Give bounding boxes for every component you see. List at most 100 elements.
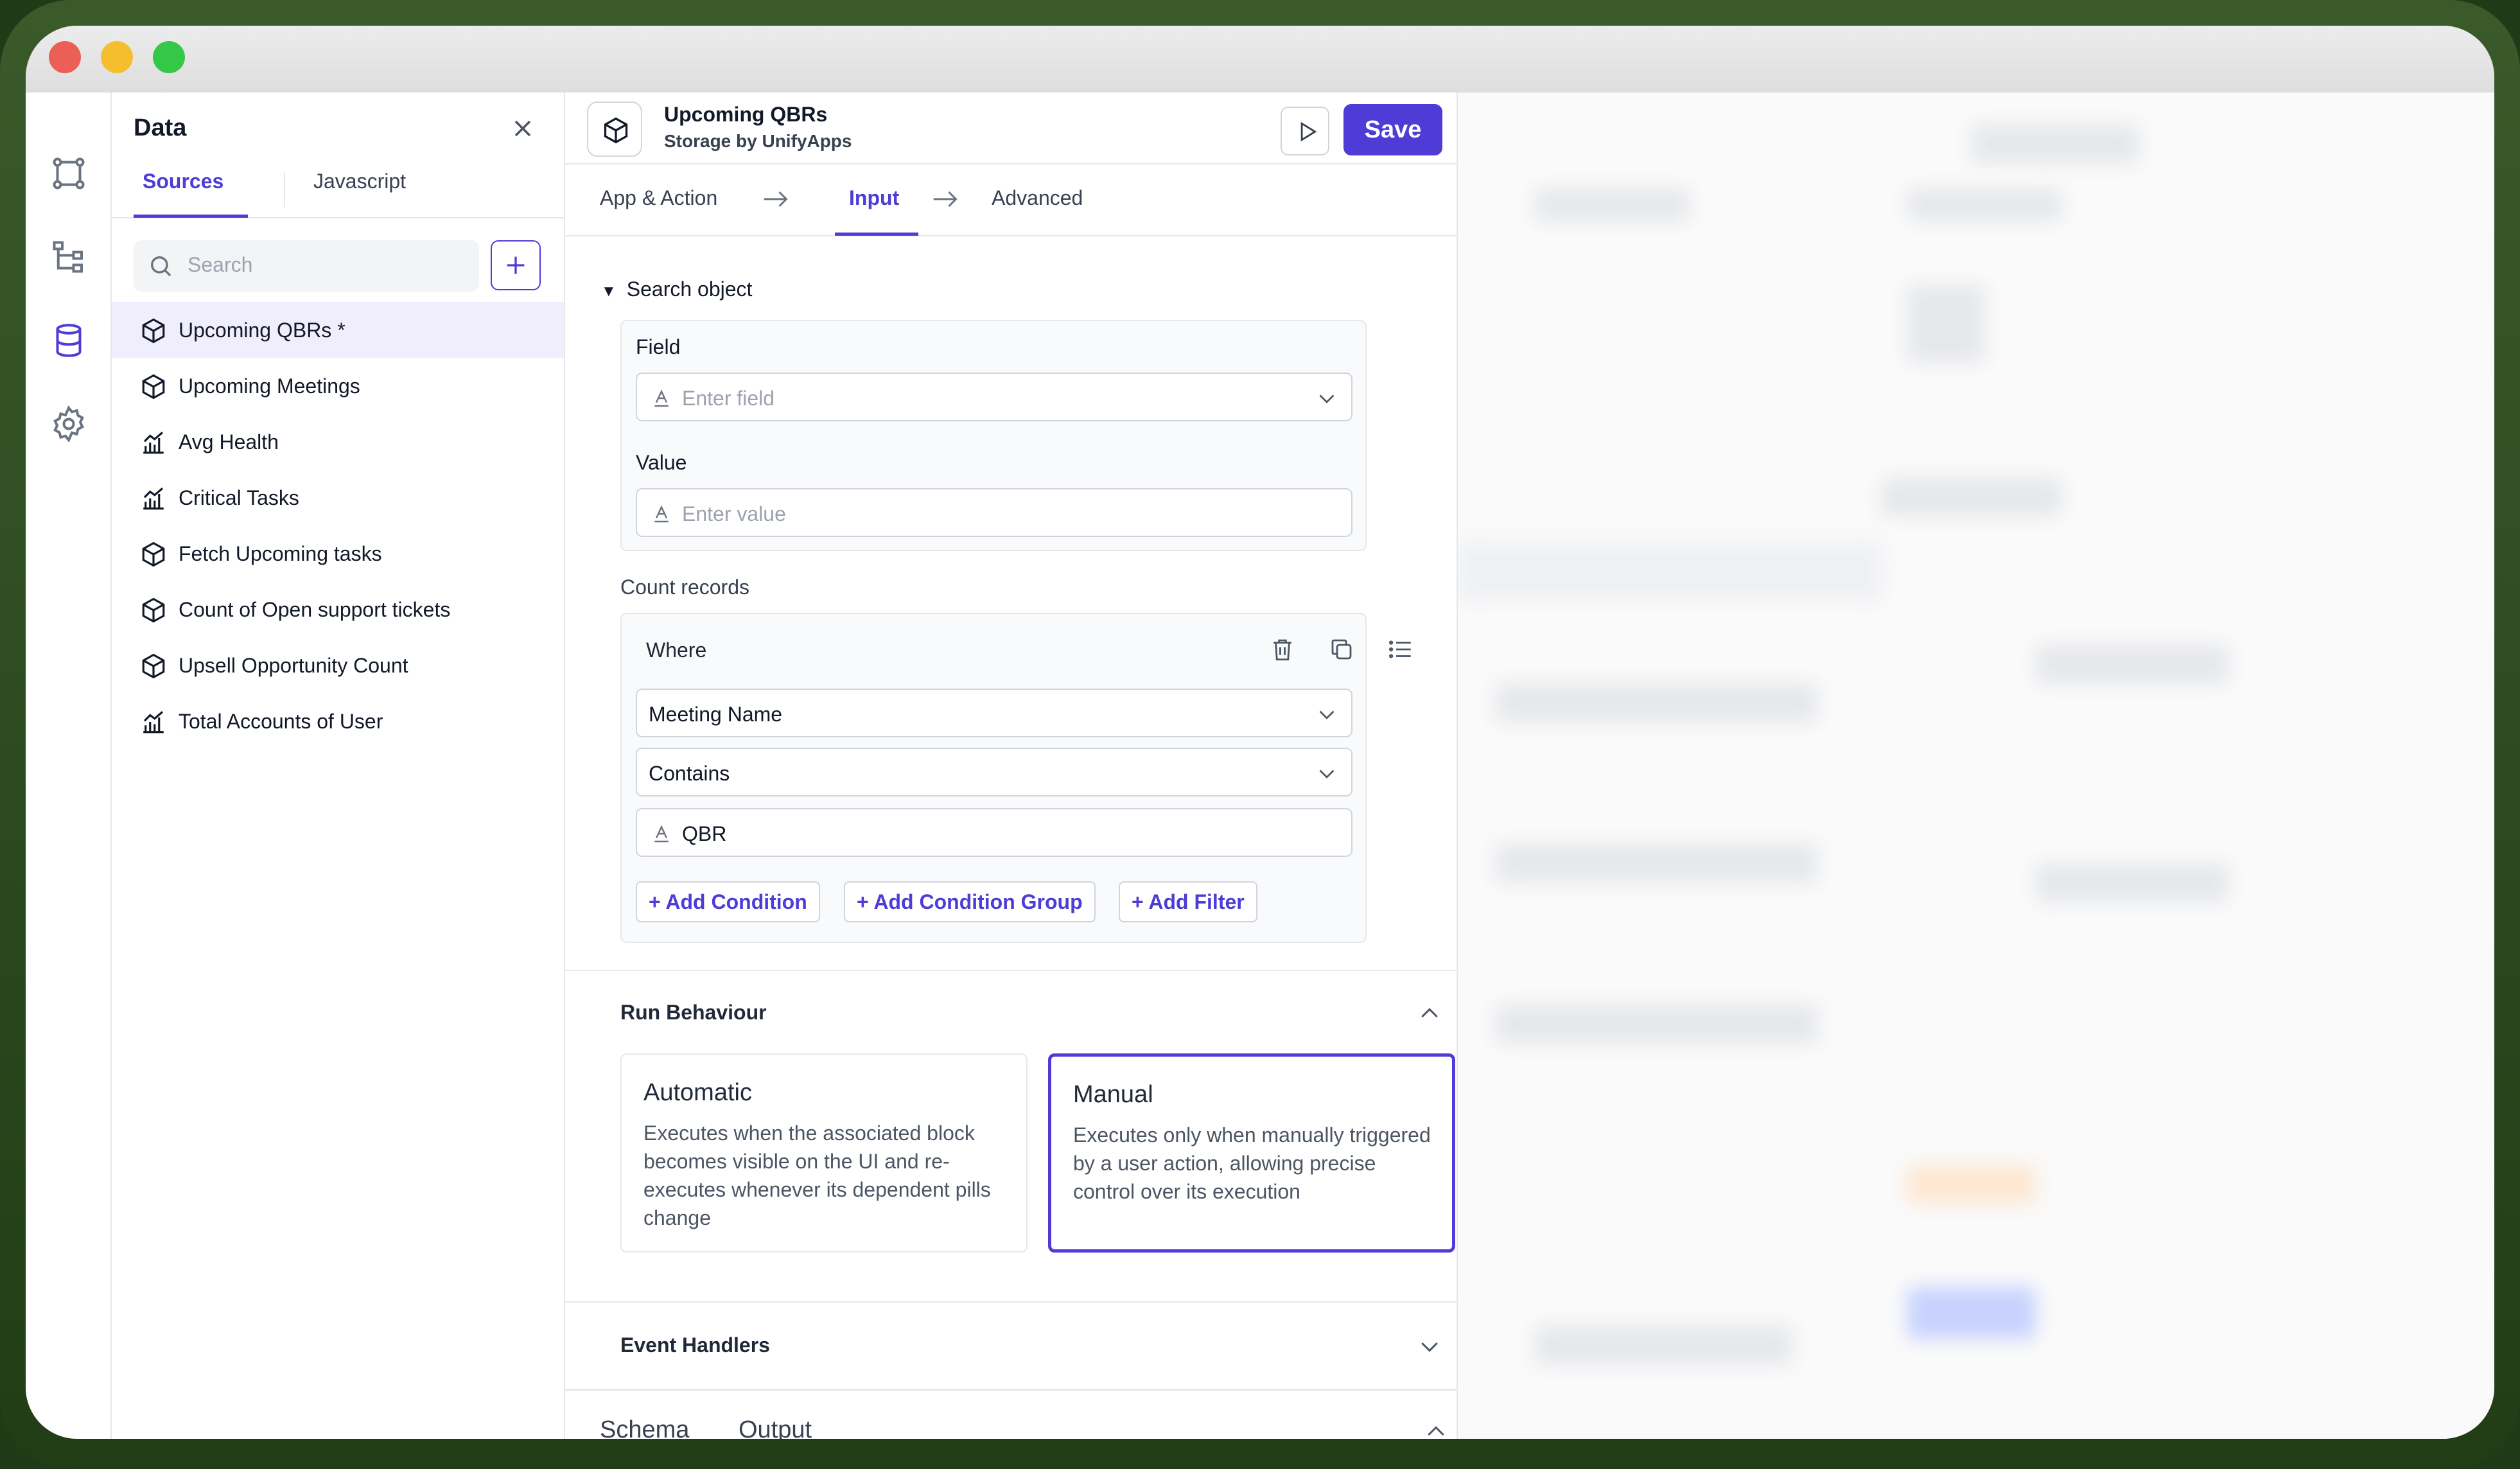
run-button[interactable] bbox=[1281, 107, 1329, 155]
section-divider bbox=[565, 1301, 1457, 1303]
blurred-block bbox=[1907, 1165, 2036, 1204]
tab-sources[interactable]: Sources bbox=[143, 170, 223, 193]
list-item-label: Total Accounts of User bbox=[179, 710, 383, 733]
chevron-up-icon[interactable] bbox=[1423, 1419, 1449, 1439]
frame-icon[interactable] bbox=[49, 154, 88, 193]
editor-header: Upcoming QBRs Storage by UnifyApps Save bbox=[565, 92, 1457, 164]
chart-icon bbox=[140, 429, 167, 456]
condition-field-dropdown[interactable]: Meeting Name bbox=[636, 689, 1352, 737]
blurred-block bbox=[2036, 645, 2228, 683]
manual-option-title: Manual bbox=[1073, 1081, 1153, 1108]
cube-icon bbox=[140, 541, 167, 568]
run-behaviour-header[interactable]: Run Behaviour bbox=[620, 1001, 767, 1025]
list-item-label: Fetch Upcoming tasks bbox=[179, 542, 382, 565]
search-object-toggle[interactable]: ▼ Search object bbox=[601, 277, 752, 301]
list-item-label: Count of Open support tickets bbox=[179, 598, 451, 621]
value-placeholder: Enter value bbox=[682, 502, 786, 525]
step-tabs: App & Action Input Advanced bbox=[565, 164, 1457, 236]
bottom-tabs: Schema Output bbox=[565, 1389, 1457, 1439]
list-item[interactable]: Upsell Opportunity Count bbox=[112, 637, 564, 693]
field-placeholder: Enter field bbox=[682, 387, 775, 410]
field-label: Field bbox=[636, 335, 681, 358]
close-window-button[interactable] bbox=[49, 41, 81, 73]
blurred-canvas bbox=[1458, 92, 2494, 1439]
page-title: Upcoming QBRs bbox=[664, 103, 828, 126]
trash-icon[interactable] bbox=[1269, 636, 1296, 663]
value-input[interactable]: Enter value bbox=[636, 488, 1352, 537]
icon-rail bbox=[26, 92, 112, 1439]
count-records-label: Count records bbox=[620, 576, 749, 599]
chevron-up-icon[interactable] bbox=[1417, 1001, 1442, 1026]
event-handlers-header[interactable]: Event Handlers bbox=[620, 1333, 770, 1357]
tab-input[interactable]: Input bbox=[849, 186, 899, 210]
tab-separator bbox=[284, 172, 285, 207]
condition-field-value: Meeting Name bbox=[649, 703, 783, 726]
list-item[interactable]: Upcoming QBRs * bbox=[112, 302, 564, 358]
blurred-block bbox=[1907, 189, 2061, 221]
list-item[interactable]: Total Accounts of User bbox=[112, 693, 564, 749]
chevron-down-icon[interactable] bbox=[1417, 1333, 1442, 1359]
condition-operator-value: Contains bbox=[649, 762, 730, 785]
cube-icon bbox=[140, 373, 167, 400]
search-icon bbox=[148, 253, 173, 279]
chevron-down-icon bbox=[1315, 703, 1338, 726]
maximize-window-button[interactable] bbox=[153, 41, 185, 73]
list-item[interactable]: Critical Tasks bbox=[112, 470, 564, 525]
minimize-window-button[interactable] bbox=[101, 41, 133, 73]
blurred-block bbox=[1972, 125, 2139, 163]
tab-advanced[interactable]: Advanced bbox=[992, 186, 1083, 210]
add-condition-button[interactable]: + Add Condition bbox=[636, 881, 820, 922]
blurred-block bbox=[2036, 863, 2228, 902]
blurred-block bbox=[1907, 1287, 2036, 1339]
search-placeholder: Search bbox=[188, 253, 253, 276]
blurred-block bbox=[1535, 189, 1689, 221]
field-dropdown[interactable]: Enter field bbox=[636, 373, 1352, 421]
app-window: Data Sources Javascript Search Upcoming … bbox=[26, 26, 2494, 1439]
blurred-block bbox=[1882, 478, 2061, 516]
search-object-label: Search object bbox=[626, 277, 753, 301]
manual-option[interactable]: Manual Executes only when manually trigg… bbox=[1048, 1053, 1455, 1253]
page-subtitle: Storage by UnifyApps bbox=[664, 131, 852, 151]
caret-down-icon: ▼ bbox=[601, 283, 617, 300]
add-filter-button[interactable]: + Add Filter bbox=[1119, 881, 1257, 922]
cube-icon bbox=[587, 101, 642, 157]
tab-app-action[interactable]: App & Action bbox=[600, 186, 717, 210]
cube-icon bbox=[140, 597, 167, 624]
title-bar bbox=[26, 26, 2494, 92]
list-item[interactable]: Upcoming Meetings bbox=[112, 358, 564, 414]
condition-operator-dropdown[interactable]: Contains bbox=[636, 748, 1352, 796]
tab-output[interactable]: Output bbox=[739, 1416, 812, 1439]
close-icon[interactable] bbox=[509, 114, 537, 143]
list-item[interactable]: Count of Open support tickets bbox=[112, 581, 564, 637]
copy-icon[interactable] bbox=[1328, 636, 1355, 663]
gear-icon[interactable] bbox=[49, 405, 88, 443]
list-item[interactable]: Fetch Upcoming tasks bbox=[112, 525, 564, 581]
automatic-option-title: Automatic bbox=[643, 1079, 752, 1106]
add-source-button[interactable] bbox=[491, 240, 541, 290]
list-item-label: Avg Health bbox=[179, 430, 279, 453]
save-button[interactable]: Save bbox=[1343, 104, 1442, 155]
text-type-icon bbox=[651, 388, 672, 409]
list-icon[interactable] bbox=[1387, 636, 1414, 663]
tree-icon[interactable] bbox=[49, 238, 88, 276]
active-tab-indicator bbox=[835, 233, 918, 236]
search-input[interactable]: Search bbox=[134, 240, 479, 292]
automatic-option[interactable]: Automatic Executes when the associated b… bbox=[620, 1053, 1028, 1253]
list-item-label: Upcoming QBRs * bbox=[179, 319, 346, 342]
arrow-right-icon bbox=[931, 189, 959, 209]
database-icon[interactable] bbox=[49, 321, 88, 360]
add-condition-group-button[interactable]: + Add Condition Group bbox=[844, 881, 1096, 922]
active-tab-indicator bbox=[134, 215, 248, 218]
condition-value-input[interactable]: QBR bbox=[636, 808, 1352, 857]
list-item-label: Upcoming Meetings bbox=[179, 374, 360, 398]
value-label: Value bbox=[636, 451, 687, 474]
automatic-option-desc: Executes when the associated block becom… bbox=[643, 1122, 991, 1229]
tab-javascript[interactable]: Javascript bbox=[313, 170, 406, 193]
data-panel: Data Sources Javascript Search Upcoming … bbox=[112, 92, 565, 1439]
blurred-block bbox=[1458, 542, 1882, 600]
list-item-label: Upsell Opportunity Count bbox=[179, 654, 408, 677]
list-item[interactable]: Avg Health bbox=[112, 414, 564, 470]
manual-option-desc: Executes only when manually triggered by… bbox=[1073, 1123, 1431, 1203]
cube-icon bbox=[140, 317, 167, 344]
tab-schema[interactable]: Schema bbox=[600, 1416, 689, 1439]
